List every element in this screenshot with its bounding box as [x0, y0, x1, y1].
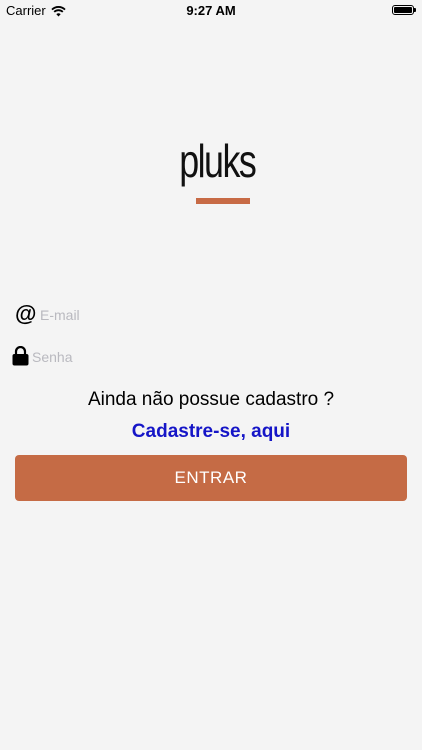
- status-bar: Carrier 9:27 AM: [0, 0, 422, 22]
- logo-text: pluks: [179, 135, 257, 187]
- email-field: @: [12, 300, 410, 330]
- password-field: [12, 342, 410, 372]
- signup-question: Ainda não possue cadastro ?: [87, 389, 335, 410]
- logo-underline: [196, 198, 250, 204]
- battery-icon: [392, 5, 416, 15]
- status-time: 9:27 AM: [186, 3, 236, 18]
- lock-icon: [12, 345, 29, 371]
- signup-link[interactable]: Cadastre-se, aqui: [0, 421, 422, 443]
- password-input[interactable]: [32, 345, 400, 369]
- enter-button[interactable]: ENTRAR: [15, 455, 407, 501]
- brand-logo: pluks: [170, 135, 257, 210]
- at-icon: @: [15, 301, 37, 326]
- email-input[interactable]: [40, 303, 400, 327]
